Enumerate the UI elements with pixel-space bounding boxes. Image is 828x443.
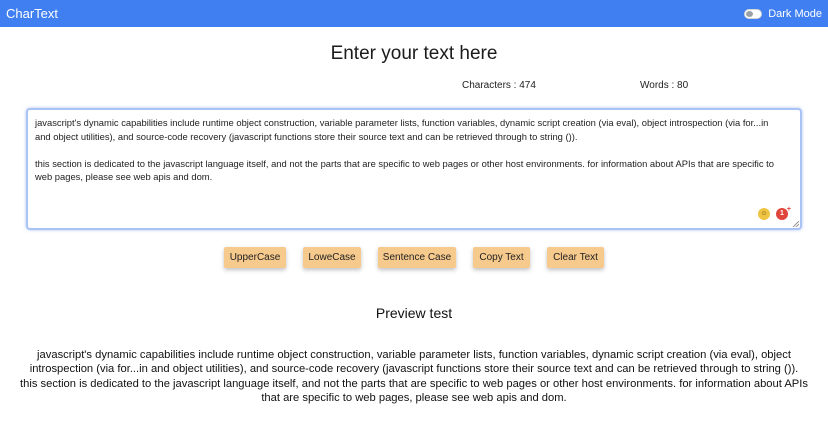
- preview-title: Preview test: [375, 305, 453, 321]
- switch-knob: [746, 10, 754, 17]
- uppercase-button[interactable]: UpperCase: [224, 247, 286, 268]
- navbar: CharText Dark Mode: [0, 0, 828, 27]
- grammar-badge-icon[interactable]: 1: [776, 204, 791, 220]
- textarea-value[interactable]: javascript's dynamic capabilities includ…: [35, 116, 790, 184]
- brand-logo[interactable]: CharText: [6, 6, 58, 21]
- action-buttons: UpperCase LoweCase Sentence Case Copy Te…: [0, 247, 828, 269]
- clear-text-button[interactable]: Clear Text: [547, 247, 604, 268]
- lowercase-button[interactable]: LoweCase: [303, 247, 361, 268]
- dark-mode-toggle[interactable]: Dark Mode: [744, 8, 822, 20]
- resize-grip-icon[interactable]: [793, 221, 799, 227]
- character-count: Characters : 474: [462, 80, 536, 91]
- text-input-area[interactable]: javascript's dynamic capabilities includ…: [26, 108, 802, 230]
- preview-text: javascript's dynamic capabilities includ…: [20, 349, 808, 404]
- emoji-icon[interactable]: ☺: [758, 208, 770, 220]
- page-title: Enter your text here: [330, 43, 498, 64]
- word-count: Words : 80: [640, 80, 689, 91]
- sentence-case-button[interactable]: Sentence Case: [378, 247, 456, 268]
- toggle-switch-icon[interactable]: [744, 8, 763, 19]
- dark-mode-label: Dark Mode: [768, 7, 822, 20]
- copy-text-button[interactable]: Copy Text: [473, 247, 530, 268]
